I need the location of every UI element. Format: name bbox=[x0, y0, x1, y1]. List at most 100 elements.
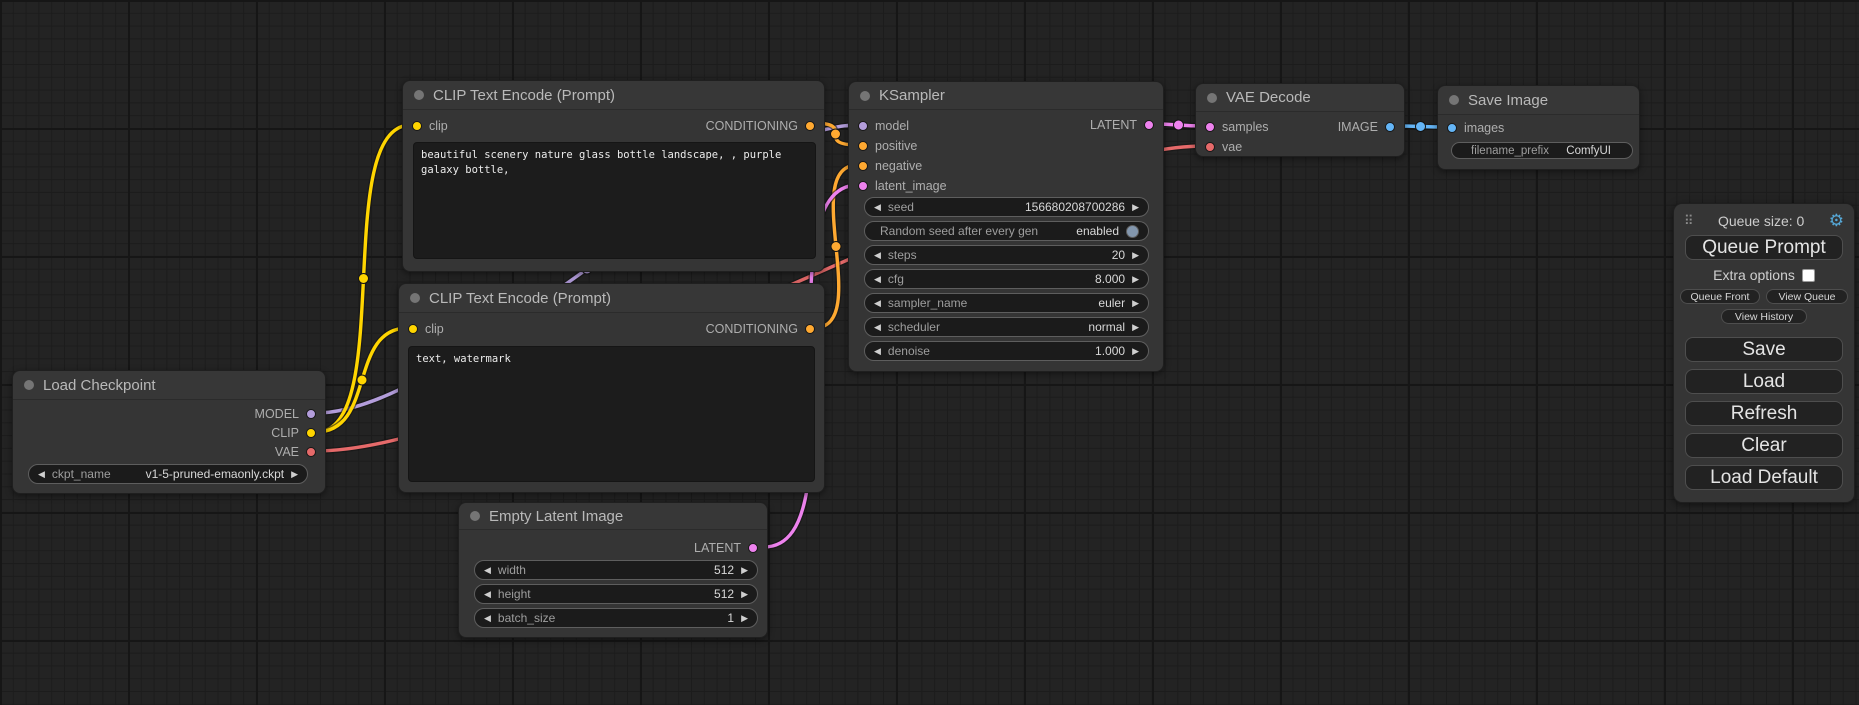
output-conditioning: CONDITIONING bbox=[706, 319, 815, 339]
filename-prefix-widget[interactable]: filename_prefix ComfyUI bbox=[1451, 142, 1633, 159]
scheduler-widget[interactable]: ◀ scheduler normal ▶ bbox=[864, 317, 1149, 337]
image-port-icon[interactable] bbox=[1447, 123, 1457, 133]
conditioning-port-icon[interactable] bbox=[858, 161, 868, 171]
clip-port-icon[interactable] bbox=[408, 324, 418, 334]
input-clip: clip bbox=[412, 116, 448, 136]
view-history-button[interactable]: View History bbox=[1721, 309, 1807, 324]
vae-port-icon[interactable] bbox=[1205, 142, 1215, 152]
collapse-dot-icon[interactable] bbox=[860, 91, 870, 101]
negative-prompt-textarea[interactable]: text, watermark bbox=[408, 346, 815, 482]
prev-arrow-icon[interactable]: ◀ bbox=[484, 614, 491, 623]
output-label: CONDITIONING bbox=[706, 322, 798, 336]
next-arrow-icon[interactable]: ▶ bbox=[1132, 203, 1139, 212]
positive-prompt-textarea[interactable]: beautiful scenery nature glass bottle la… bbox=[413, 142, 816, 259]
prev-arrow-icon[interactable]: ◀ bbox=[874, 203, 881, 212]
node-title-bar[interactable]: CLIP Text Encode (Prompt) bbox=[403, 81, 824, 110]
node-title-bar[interactable]: KSampler bbox=[849, 82, 1163, 110]
node-title-bar[interactable]: Empty Latent Image bbox=[459, 503, 767, 530]
drag-handle-icon[interactable]: ⠿ bbox=[1684, 214, 1694, 227]
prev-arrow-icon[interactable]: ◀ bbox=[874, 299, 881, 308]
collapse-dot-icon[interactable] bbox=[414, 90, 424, 100]
clip-port-icon[interactable] bbox=[412, 121, 422, 131]
prev-arrow-icon[interactable]: ◀ bbox=[874, 275, 881, 284]
node-save-image[interactable]: Save Image images filename_prefix ComfyU… bbox=[1437, 85, 1640, 170]
prev-arrow-icon[interactable]: ◀ bbox=[38, 470, 45, 479]
image-port-icon[interactable] bbox=[1385, 122, 1395, 132]
node-load-checkpoint[interactable]: Load Checkpoint MODEL CLIP VAE ◀ ckpt_na… bbox=[12, 370, 326, 494]
clear-button[interactable]: Clear bbox=[1685, 433, 1843, 458]
seed-widget[interactable]: ◀ seed 156680208700286 ▶ bbox=[864, 197, 1149, 217]
latent-port-icon[interactable] bbox=[1144, 120, 1154, 130]
node-title-bar[interactable]: VAE Decode bbox=[1196, 84, 1404, 112]
collapse-dot-icon[interactable] bbox=[24, 380, 34, 390]
width-widget[interactable]: ◀ width 512 ▶ bbox=[474, 560, 758, 580]
node-title-bar[interactable]: Load Checkpoint bbox=[13, 371, 325, 400]
prev-arrow-icon[interactable]: ◀ bbox=[484, 590, 491, 599]
height-widget[interactable]: ◀ height 512 ▶ bbox=[474, 584, 758, 604]
prev-arrow-icon[interactable]: ◀ bbox=[874, 251, 881, 260]
next-arrow-icon[interactable]: ▶ bbox=[1132, 251, 1139, 260]
node-title: Load Checkpoint bbox=[43, 377, 156, 394]
collapse-dot-icon[interactable] bbox=[1449, 95, 1459, 105]
next-arrow-icon[interactable]: ▶ bbox=[1132, 347, 1139, 356]
node-ksampler[interactable]: KSampler model LATENT positive negative … bbox=[848, 81, 1164, 372]
conditioning-port-icon[interactable] bbox=[805, 324, 815, 334]
node-title: CLIP Text Encode (Prompt) bbox=[433, 87, 615, 104]
collapse-dot-icon[interactable] bbox=[470, 511, 480, 521]
node-title-bar[interactable]: CLIP Text Encode (Prompt) bbox=[399, 284, 824, 313]
model-port-icon[interactable] bbox=[306, 409, 316, 419]
queue-prompt-button[interactable]: Queue Prompt bbox=[1685, 235, 1843, 260]
batch-size-widget[interactable]: ◀ batch_size 1 ▶ bbox=[474, 608, 758, 628]
node-empty-latent-image[interactable]: Empty Latent Image LATENT ◀ width 512 ▶ … bbox=[458, 502, 768, 638]
steps-widget[interactable]: ◀ steps 20 ▶ bbox=[864, 245, 1149, 265]
random-seed-widget[interactable]: Random seed after every gen enabled bbox=[864, 221, 1149, 241]
refresh-button[interactable]: Refresh bbox=[1685, 401, 1843, 426]
prev-arrow-icon[interactable]: ◀ bbox=[484, 566, 491, 575]
settings-gear-icon[interactable]: ⚙ bbox=[1829, 212, 1844, 229]
denoise-widget[interactable]: ◀ denoise 1.000 ▶ bbox=[864, 341, 1149, 361]
latent-port-icon[interactable] bbox=[858, 181, 868, 191]
save-button[interactable]: Save bbox=[1685, 337, 1843, 362]
input-label: positive bbox=[875, 139, 917, 153]
next-arrow-icon[interactable]: ▶ bbox=[1132, 275, 1139, 284]
sampler-name-widget[interactable]: ◀ sampler_name euler ▶ bbox=[864, 293, 1149, 313]
node-title: VAE Decode bbox=[1226, 89, 1311, 106]
widget-label: seed bbox=[888, 200, 914, 214]
conditioning-port-icon[interactable] bbox=[805, 121, 815, 131]
prev-arrow-icon[interactable]: ◀ bbox=[874, 323, 881, 332]
collapse-dot-icon[interactable] bbox=[1207, 93, 1217, 103]
view-queue-button[interactable]: View Queue bbox=[1766, 289, 1848, 304]
cfg-widget[interactable]: ◀ cfg 8.000 ▶ bbox=[864, 269, 1149, 289]
next-arrow-icon[interactable]: ▶ bbox=[741, 590, 748, 599]
extra-options-checkbox[interactable] bbox=[1802, 269, 1815, 282]
next-arrow-icon[interactable]: ▶ bbox=[1132, 323, 1139, 332]
load-default-button[interactable]: Load Default bbox=[1685, 465, 1843, 490]
node-title-bar[interactable]: Save Image bbox=[1438, 86, 1639, 115]
ckpt-name-widget[interactable]: ◀ ckpt_name v1-5-pruned-emaonly.ckpt ▶ bbox=[28, 464, 308, 484]
load-button[interactable]: Load bbox=[1685, 369, 1843, 394]
toggle-icon[interactable] bbox=[1126, 225, 1139, 238]
vae-port-icon[interactable] bbox=[306, 447, 316, 457]
widget-label: scheduler bbox=[888, 320, 940, 334]
next-arrow-icon[interactable]: ▶ bbox=[741, 566, 748, 575]
next-arrow-icon[interactable]: ▶ bbox=[291, 470, 298, 479]
queue-front-button[interactable]: Queue Front bbox=[1680, 289, 1760, 304]
latent-port-icon[interactable] bbox=[748, 543, 758, 553]
next-arrow-icon[interactable]: ▶ bbox=[741, 614, 748, 623]
node-vae-decode[interactable]: VAE Decode samples IMAGE vae bbox=[1195, 83, 1405, 157]
prev-arrow-icon[interactable]: ◀ bbox=[874, 347, 881, 356]
widget-label: sampler_name bbox=[888, 296, 967, 310]
output-label: CONDITIONING bbox=[706, 119, 798, 133]
next-arrow-icon[interactable]: ▶ bbox=[1132, 299, 1139, 308]
clip-port-icon[interactable] bbox=[306, 428, 316, 438]
latent-port-icon[interactable] bbox=[1205, 122, 1215, 132]
conditioning-port-icon[interactable] bbox=[858, 141, 868, 151]
node-clip-text-encode-positive[interactable]: CLIP Text Encode (Prompt) clip CONDITION… bbox=[402, 80, 825, 272]
node-clip-text-encode-negative[interactable]: CLIP Text Encode (Prompt) clip CONDITION… bbox=[398, 283, 825, 493]
model-port-icon[interactable] bbox=[858, 121, 868, 131]
node-title: Save Image bbox=[1468, 92, 1548, 109]
widget-value: 1.000 bbox=[1095, 344, 1125, 358]
collapse-dot-icon[interactable] bbox=[410, 293, 420, 303]
widget-value: ComfyUI bbox=[1566, 145, 1611, 157]
input-label: negative bbox=[875, 159, 922, 173]
